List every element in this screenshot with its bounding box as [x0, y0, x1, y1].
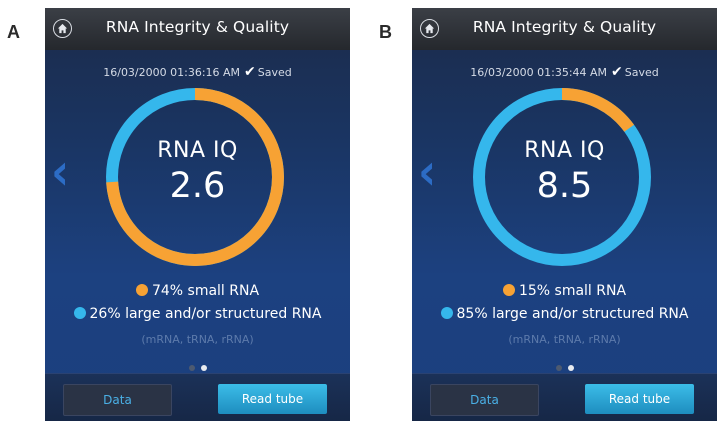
screen-title: RNA Integrity & Quality	[105, 18, 290, 36]
blue-dot-icon	[440, 307, 453, 319]
saved-label: Saved	[257, 66, 292, 79]
bottom-bar: Data Read tube	[412, 373, 717, 421]
bottom-bar: Data Read tube	[45, 373, 350, 421]
saved-status: 16/03/2000 01:36:16 AM ✔ Saved	[45, 64, 350, 80]
screen-title: RNA Integrity & Quality	[472, 18, 657, 36]
legend-small-rna: 15% small RNA	[412, 283, 717, 299]
saved-status: 16/03/2000 01:35:44 AM ✔ Saved	[412, 64, 717, 80]
rna-types-note: (mRNA, tRNA, rRNA)	[141, 333, 254, 346]
large-rna-text: 26% large and/or structured RNA	[89, 306, 322, 322]
page-dot	[188, 365, 195, 371]
rna-iq-score: 8.5	[536, 166, 593, 206]
blue-dot-icon	[73, 307, 86, 319]
panel-letter-b: B	[379, 22, 392, 42]
legend-small-rna: 74% small RNA	[45, 283, 350, 299]
top-bar: RNA Integrity & Quality	[412, 8, 717, 50]
orange-dot-icon	[502, 284, 515, 296]
gauge-label: RNA IQ	[157, 138, 238, 163]
device-screen-b: RNA Integrity & Quality 16/03/2000 01:35…	[412, 8, 717, 421]
device-screen-a: RNA Integrity & Quality 16/03/2000 01:36…	[45, 8, 350, 421]
rna-iq-score: 2.6	[169, 166, 226, 206]
large-rna-text: 85% large and/or structured RNA	[456, 306, 689, 322]
timestamp: 16/03/2000 01:35:44 AM	[470, 66, 608, 79]
data-button[interactable]: Data	[63, 384, 172, 416]
small-rna-text: 74% small RNA	[151, 283, 260, 299]
page-dot	[555, 365, 562, 371]
top-bar: RNA Integrity & Quality	[45, 8, 350, 50]
check-icon: ✔	[611, 64, 623, 80]
orange-dot-icon	[135, 284, 148, 296]
small-rna-text: 15% small RNA	[518, 283, 627, 299]
data-button[interactable]: Data	[430, 384, 539, 416]
legend-large-rna: 26% large and/or structured RNA	[45, 306, 350, 322]
gauge-label: RNA IQ	[524, 138, 605, 163]
legend-large-rna: 85% large and/or structured RNA	[412, 306, 717, 322]
saved-label: Saved	[624, 66, 659, 79]
rna-types-note: (mRNA, tRNA, rRNA)	[508, 333, 621, 346]
page-dot-active	[200, 365, 207, 371]
read-tube-button[interactable]: Read tube	[585, 384, 694, 414]
panel-letter-a: A	[7, 22, 20, 42]
read-tube-button[interactable]: Read tube	[218, 384, 327, 414]
timestamp: 16/03/2000 01:36:16 AM	[103, 66, 241, 79]
check-icon: ✔	[244, 64, 256, 80]
page-dot-active	[567, 365, 574, 371]
